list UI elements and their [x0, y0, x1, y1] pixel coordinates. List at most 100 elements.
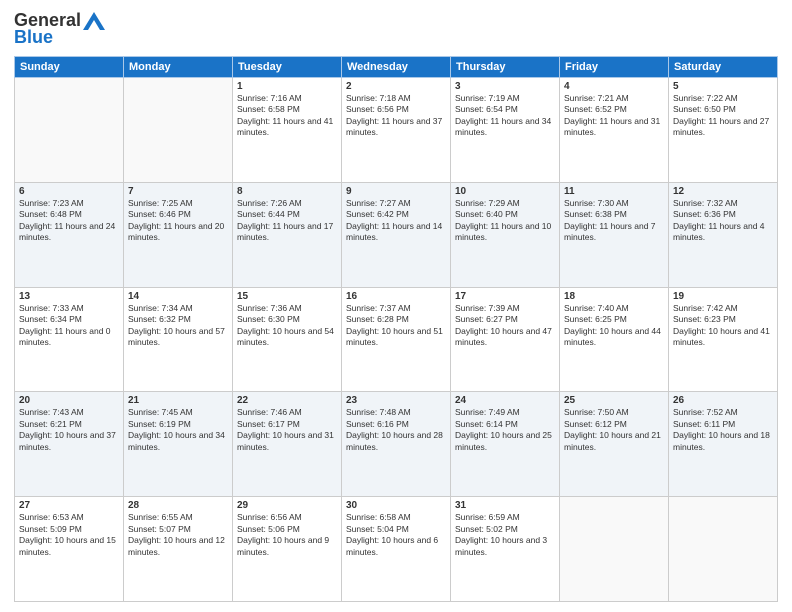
calendar-cell: 2Sunrise: 7:18 AM Sunset: 6:56 PM Daylig… — [342, 78, 451, 183]
calendar-cell: 17Sunrise: 7:39 AM Sunset: 6:27 PM Dayli… — [451, 287, 560, 392]
day-info: Sunrise: 7:40 AM Sunset: 6:25 PM Dayligh… — [564, 303, 664, 349]
day-of-week-header: Monday — [124, 57, 233, 78]
day-info: Sunrise: 7:18 AM Sunset: 6:56 PM Dayligh… — [346, 93, 446, 139]
day-number: 27 — [19, 500, 119, 511]
day-number: 28 — [128, 500, 228, 511]
day-info: Sunrise: 7:45 AM Sunset: 6:19 PM Dayligh… — [128, 407, 228, 453]
calendar-cell: 8Sunrise: 7:26 AM Sunset: 6:44 PM Daylig… — [233, 182, 342, 287]
calendar-cell: 30Sunrise: 6:58 AM Sunset: 5:04 PM Dayli… — [342, 497, 451, 602]
day-number: 12 — [673, 186, 773, 197]
calendar-cell: 1Sunrise: 7:16 AM Sunset: 6:58 PM Daylig… — [233, 78, 342, 183]
day-of-week-header: Wednesday — [342, 57, 451, 78]
day-number: 9 — [346, 186, 446, 197]
calendar-cell: 22Sunrise: 7:46 AM Sunset: 6:17 PM Dayli… — [233, 392, 342, 497]
day-number: 7 — [128, 186, 228, 197]
page: General Blue SundayMondayTuesdayWednesda… — [0, 0, 792, 612]
day-info: Sunrise: 7:49 AM Sunset: 6:14 PM Dayligh… — [455, 407, 555, 453]
day-number: 6 — [19, 186, 119, 197]
day-info: Sunrise: 7:42 AM Sunset: 6:23 PM Dayligh… — [673, 303, 773, 349]
day-info: Sunrise: 6:55 AM Sunset: 5:07 PM Dayligh… — [128, 512, 228, 558]
day-of-week-header: Thursday — [451, 57, 560, 78]
day-number: 4 — [564, 81, 664, 92]
calendar-header-row: SundayMondayTuesdayWednesdayThursdayFrid… — [15, 57, 778, 78]
calendar-cell: 23Sunrise: 7:48 AM Sunset: 6:16 PM Dayli… — [342, 392, 451, 497]
day-of-week-header: Saturday — [669, 57, 778, 78]
day-number: 30 — [346, 500, 446, 511]
calendar-cell: 29Sunrise: 6:56 AM Sunset: 5:06 PM Dayli… — [233, 497, 342, 602]
day-number: 2 — [346, 81, 446, 92]
day-number: 5 — [673, 81, 773, 92]
calendar-cell: 24Sunrise: 7:49 AM Sunset: 6:14 PM Dayli… — [451, 392, 560, 497]
day-number: 11 — [564, 186, 664, 197]
day-number: 26 — [673, 395, 773, 406]
day-number: 24 — [455, 395, 555, 406]
header: General Blue — [14, 10, 778, 48]
day-number: 25 — [564, 395, 664, 406]
calendar-cell: 21Sunrise: 7:45 AM Sunset: 6:19 PM Dayli… — [124, 392, 233, 497]
day-info: Sunrise: 7:46 AM Sunset: 6:17 PM Dayligh… — [237, 407, 337, 453]
calendar-cell — [560, 497, 669, 602]
calendar-week-row: 27Sunrise: 6:53 AM Sunset: 5:09 PM Dayli… — [15, 497, 778, 602]
calendar-cell — [669, 497, 778, 602]
day-number: 10 — [455, 186, 555, 197]
day-info: Sunrise: 7:37 AM Sunset: 6:28 PM Dayligh… — [346, 303, 446, 349]
day-info: Sunrise: 7:19 AM Sunset: 6:54 PM Dayligh… — [455, 93, 555, 139]
day-info: Sunrise: 7:52 AM Sunset: 6:11 PM Dayligh… — [673, 407, 773, 453]
calendar-cell: 19Sunrise: 7:42 AM Sunset: 6:23 PM Dayli… — [669, 287, 778, 392]
calendar-cell — [15, 78, 124, 183]
day-info: Sunrise: 7:21 AM Sunset: 6:52 PM Dayligh… — [564, 93, 664, 139]
day-info: Sunrise: 7:27 AM Sunset: 6:42 PM Dayligh… — [346, 198, 446, 244]
calendar-cell: 18Sunrise: 7:40 AM Sunset: 6:25 PM Dayli… — [560, 287, 669, 392]
day-number: 22 — [237, 395, 337, 406]
day-number: 20 — [19, 395, 119, 406]
day-number: 19 — [673, 291, 773, 302]
calendar-cell: 12Sunrise: 7:32 AM Sunset: 6:36 PM Dayli… — [669, 182, 778, 287]
day-number: 17 — [455, 291, 555, 302]
day-info: Sunrise: 7:30 AM Sunset: 6:38 PM Dayligh… — [564, 198, 664, 244]
day-number: 13 — [19, 291, 119, 302]
day-info: Sunrise: 6:56 AM Sunset: 5:06 PM Dayligh… — [237, 512, 337, 558]
day-info: Sunrise: 7:25 AM Sunset: 6:46 PM Dayligh… — [128, 198, 228, 244]
calendar-cell: 7Sunrise: 7:25 AM Sunset: 6:46 PM Daylig… — [124, 182, 233, 287]
calendar-cell — [124, 78, 233, 183]
calendar-week-row: 13Sunrise: 7:33 AM Sunset: 6:34 PM Dayli… — [15, 287, 778, 392]
day-number: 21 — [128, 395, 228, 406]
day-number: 1 — [237, 81, 337, 92]
day-info: Sunrise: 7:33 AM Sunset: 6:34 PM Dayligh… — [19, 303, 119, 349]
day-number: 8 — [237, 186, 337, 197]
calendar-week-row: 6Sunrise: 7:23 AM Sunset: 6:48 PM Daylig… — [15, 182, 778, 287]
day-info: Sunrise: 7:22 AM Sunset: 6:50 PM Dayligh… — [673, 93, 773, 139]
day-number: 14 — [128, 291, 228, 302]
day-number: 23 — [346, 395, 446, 406]
day-info: Sunrise: 6:59 AM Sunset: 5:02 PM Dayligh… — [455, 512, 555, 558]
day-number: 3 — [455, 81, 555, 92]
calendar-cell: 16Sunrise: 7:37 AM Sunset: 6:28 PM Dayli… — [342, 287, 451, 392]
day-info: Sunrise: 7:16 AM Sunset: 6:58 PM Dayligh… — [237, 93, 337, 139]
day-info: Sunrise: 6:53 AM Sunset: 5:09 PM Dayligh… — [19, 512, 119, 558]
day-of-week-header: Friday — [560, 57, 669, 78]
logo-blue-text: Blue — [14, 27, 53, 48]
day-info: Sunrise: 7:39 AM Sunset: 6:27 PM Dayligh… — [455, 303, 555, 349]
day-number: 18 — [564, 291, 664, 302]
day-info: Sunrise: 6:58 AM Sunset: 5:04 PM Dayligh… — [346, 512, 446, 558]
calendar-cell: 20Sunrise: 7:43 AM Sunset: 6:21 PM Dayli… — [15, 392, 124, 497]
day-info: Sunrise: 7:43 AM Sunset: 6:21 PM Dayligh… — [19, 407, 119, 453]
day-info: Sunrise: 7:36 AM Sunset: 6:30 PM Dayligh… — [237, 303, 337, 349]
day-info: Sunrise: 7:26 AM Sunset: 6:44 PM Dayligh… — [237, 198, 337, 244]
calendar-cell: 27Sunrise: 6:53 AM Sunset: 5:09 PM Dayli… — [15, 497, 124, 602]
calendar-cell: 13Sunrise: 7:33 AM Sunset: 6:34 PM Dayli… — [15, 287, 124, 392]
day-number: 29 — [237, 500, 337, 511]
day-number: 16 — [346, 291, 446, 302]
calendar-cell: 9Sunrise: 7:27 AM Sunset: 6:42 PM Daylig… — [342, 182, 451, 287]
calendar-cell: 26Sunrise: 7:52 AM Sunset: 6:11 PM Dayli… — [669, 392, 778, 497]
calendar-cell: 15Sunrise: 7:36 AM Sunset: 6:30 PM Dayli… — [233, 287, 342, 392]
calendar-week-row: 20Sunrise: 7:43 AM Sunset: 6:21 PM Dayli… — [15, 392, 778, 497]
logo: General Blue — [14, 10, 105, 48]
logo-icon — [83, 12, 105, 30]
calendar-cell: 31Sunrise: 6:59 AM Sunset: 5:02 PM Dayli… — [451, 497, 560, 602]
calendar-cell: 28Sunrise: 6:55 AM Sunset: 5:07 PM Dayli… — [124, 497, 233, 602]
calendar-table: SundayMondayTuesdayWednesdayThursdayFrid… — [14, 56, 778, 602]
day-info: Sunrise: 7:32 AM Sunset: 6:36 PM Dayligh… — [673, 198, 773, 244]
calendar-cell: 11Sunrise: 7:30 AM Sunset: 6:38 PM Dayli… — [560, 182, 669, 287]
calendar-cell: 10Sunrise: 7:29 AM Sunset: 6:40 PM Dayli… — [451, 182, 560, 287]
